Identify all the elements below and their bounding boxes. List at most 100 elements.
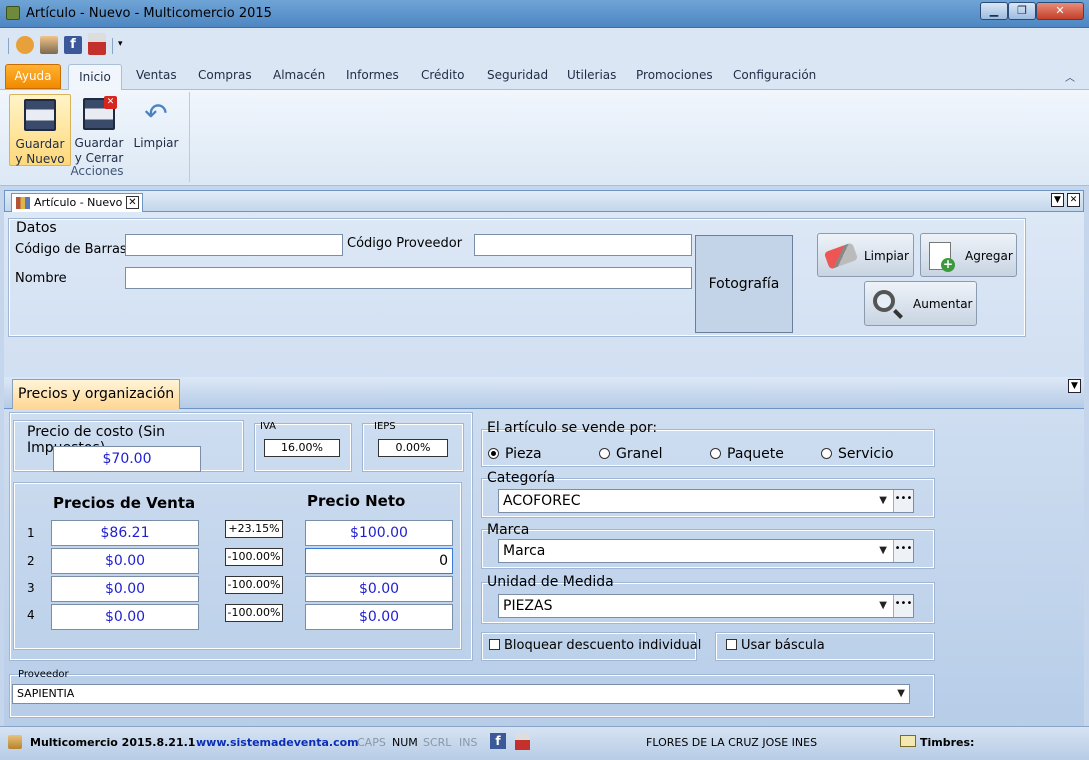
sale-price-input[interactable]: $0.00 — [51, 548, 199, 574]
tab-security[interactable]: Seguridad — [487, 68, 548, 82]
chevron-down-icon[interactable]: ▼ — [879, 540, 887, 562]
num-indicator: NUM — [392, 736, 418, 749]
brand-label: Marca — [487, 522, 530, 538]
close-button[interactable]: ✕ — [1036, 2, 1084, 20]
sale-price-input[interactable]: $0.00 — [51, 604, 199, 630]
more-options-icon[interactable]: ••• — [893, 490, 913, 512]
tab-list-dropdown-icon[interactable]: ▼ — [1051, 193, 1064, 207]
markup-percent[interactable]: -100.00% — [225, 576, 283, 594]
save-and-new-button[interactable]: Guardar y Nuevo — [9, 94, 71, 166]
chevron-down-icon[interactable]: ▼ — [897, 685, 905, 703]
net-price-input[interactable]: $100.00 — [305, 520, 453, 546]
add-photo-label: Agregar — [965, 249, 1013, 263]
add-photo-button[interactable]: + Agregar — [920, 233, 1017, 277]
brand-select[interactable]: Marca ▼ ••• — [498, 539, 914, 563]
save-and-close-button[interactable]: ✕ Guardar y Cerrar — [74, 94, 124, 166]
more-options-icon[interactable]: ••• — [893, 595, 913, 617]
block-discount-checkbox[interactable]: Bloquear descuento individual — [489, 638, 701, 653]
unit-value: PIEZAS — [503, 598, 553, 614]
title-bar: Artículo - Nuevo - Multicomercio 2015 ▁ … — [0, 0, 1089, 28]
unit-select[interactable]: PIEZAS ▼ ••• — [498, 594, 914, 618]
document-tab-strip: Artículo - Nuevo ✕ ▼ ✕ — [4, 190, 1084, 213]
save-new-label-1: Guardar — [15, 137, 65, 151]
barcode-input[interactable] — [125, 234, 343, 256]
clear-form-button[interactable]: Limpiar — [817, 233, 914, 277]
chevron-down-icon[interactable]: ▼ — [879, 595, 887, 617]
stamps-label: Timbres: — [920, 736, 975, 749]
hand-icon[interactable] — [16, 36, 34, 54]
section-dropdown-icon[interactable]: ▼ — [1068, 379, 1081, 393]
save-new-icon — [24, 99, 56, 131]
user-icon[interactable] — [40, 36, 58, 54]
block-discount-label: Bloquear descuento individual — [504, 638, 702, 653]
tab-purchases[interactable]: Compras — [198, 68, 252, 82]
sale-price-input[interactable]: $0.00 — [51, 576, 199, 602]
youtube-icon[interactable] — [515, 733, 530, 750]
markup-percent[interactable]: +23.15% — [225, 520, 283, 538]
radio-service[interactable]: Servicio — [821, 446, 894, 462]
tab-credit[interactable]: Crédito — [421, 68, 464, 82]
customize-toolbar-icon[interactable]: ▾ — [118, 39, 123, 49]
markup-percent[interactable]: -100.00% — [225, 548, 283, 566]
net-price-input[interactable]: $0.00 — [305, 576, 453, 602]
ieps-input[interactable]: 0.00% — [378, 439, 448, 457]
chevron-down-icon[interactable]: ▼ — [879, 490, 887, 512]
name-input[interactable] — [125, 267, 692, 289]
save-close-icon: ✕ — [83, 96, 117, 130]
collapse-ribbon-icon[interactable]: ︿ — [1065, 69, 1075, 84]
tab-reports[interactable]: Informes — [346, 68, 399, 82]
net-price-input-active[interactable]: 0 — [305, 548, 453, 574]
version-label: Multicomercio 2015.8.21.1 — [30, 736, 196, 749]
datos-legend: Datos — [16, 220, 57, 236]
tab-sales[interactable]: Ventas — [136, 68, 177, 82]
photo-box[interactable]: Fotografía — [695, 235, 793, 333]
radio-package-label: Paquete — [727, 446, 784, 462]
cost-input[interactable]: $70.00 — [53, 446, 201, 472]
website-link[interactable]: www.sistemadeventa.com — [196, 736, 359, 749]
unit-label: Unidad de Medida — [487, 574, 614, 590]
close-document-icon[interactable]: ✕ — [1067, 193, 1080, 207]
section-bar: Precios y organización ▼ — [4, 377, 1084, 409]
close-tab-icon[interactable]: ✕ — [126, 196, 139, 209]
tab-configuration[interactable]: Configuración — [733, 68, 816, 82]
ieps-label: IEPS — [374, 421, 396, 432]
document-tab[interactable]: Artículo - Nuevo ✕ — [11, 193, 143, 213]
sale-price-input[interactable]: $86.21 — [51, 520, 199, 546]
facebook-icon[interactable]: f — [490, 733, 506, 749]
price-row-number: 1 — [27, 526, 35, 540]
net-price-input[interactable]: $0.00 — [305, 604, 453, 630]
radio-package[interactable]: Paquete — [710, 446, 784, 462]
status-bar: Multicomercio 2015.8.21.1 www.sistemadev… — [0, 726, 1089, 760]
category-select[interactable]: ACOFOREC ▼ ••• — [498, 489, 914, 513]
tab-help[interactable]: Ayuda — [5, 64, 61, 89]
barcode-label: Código de Barras — [15, 242, 127, 257]
tab-warehouse[interactable]: Almacén — [273, 68, 325, 82]
clear-ribbon-button[interactable]: ↶ Limpiar — [130, 94, 182, 166]
youtube-icon[interactable] — [88, 33, 106, 55]
radio-bulk-label: Granel — [616, 446, 663, 462]
supplier-select[interactable]: SAPIENTIA ▼ — [12, 684, 910, 704]
more-options-icon[interactable]: ••• — [893, 540, 913, 562]
radio-service-label: Servicio — [838, 446, 894, 462]
prices-panel: Precio de costo (Sin Impuestos) $70.00 I… — [9, 412, 473, 661]
tab-prices-organization[interactable]: Precios y organización — [12, 379, 180, 409]
tab-home[interactable]: Inicio — [68, 64, 122, 91]
tab-utilities[interactable]: Utilerias — [567, 68, 616, 82]
ribbon-tabs: Ayuda Inicio Ventas Compras Almacén Info… — [0, 60, 1089, 91]
zoom-photo-button[interactable]: Aumentar — [864, 281, 977, 326]
use-scale-label: Usar báscula — [741, 638, 825, 653]
use-scale-checkbox[interactable]: Usar báscula — [726, 638, 825, 653]
iva-input[interactable]: 16.00% — [264, 439, 340, 457]
supplier-code-input[interactable] — [474, 234, 692, 256]
radio-dot-selected — [488, 448, 499, 459]
radio-bulk[interactable]: Granel — [599, 446, 663, 462]
caps-indicator: CAPS — [357, 736, 386, 749]
minimize-button[interactable]: ▁ — [980, 2, 1008, 20]
markup-percent[interactable]: -100.00% — [225, 604, 283, 622]
supplier-value: SAPIENTIA — [17, 687, 75, 700]
facebook-icon[interactable]: f — [64, 36, 82, 54]
tab-promotions[interactable]: Promociones — [636, 68, 713, 82]
radio-piece[interactable]: Pieza — [488, 446, 542, 462]
maximize-button[interactable]: ❐ — [1008, 2, 1036, 20]
iva-group: IVA 16.00% — [254, 421, 352, 472]
